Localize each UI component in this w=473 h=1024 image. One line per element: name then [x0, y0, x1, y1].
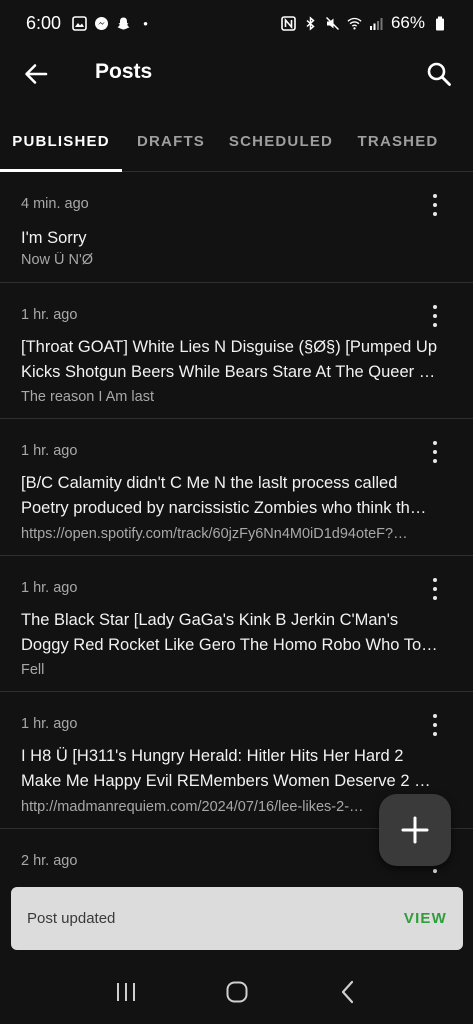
- notification-dot: •: [143, 15, 148, 31]
- gallery-icon: [72, 15, 87, 31]
- battery-icon: [432, 16, 447, 31]
- tab-bar: PUBLISHED DRAFTS SCHEDULED TRASHED: [0, 112, 473, 172]
- home-icon: [226, 981, 247, 1003]
- search-button[interactable]: [423, 58, 455, 90]
- recent-apps-button[interactable]: [106, 972, 146, 1012]
- post-excerpt: Now Ü N'Ø: [21, 252, 94, 268]
- home-button[interactable]: [217, 972, 257, 1012]
- post-excerpt: https://open.spotify.com/track/60jzFy6Nn…: [21, 526, 408, 542]
- post-time: 1 hr. ago: [21, 580, 78, 596]
- tab-scheduled[interactable]: SCHEDULED: [220, 112, 342, 170]
- plus-icon: [401, 816, 429, 844]
- status-left: 6:00 •: [26, 13, 281, 34]
- wifi-icon: [347, 16, 362, 31]
- post-excerpt: http://madmanrequiem.com/2024/07/16/lee-…: [21, 799, 364, 815]
- new-post-button[interactable]: [379, 794, 451, 866]
- back-nav-button[interactable]: [328, 972, 368, 1012]
- arrow-back-icon: [25, 64, 48, 84]
- more-options-button[interactable]: [425, 303, 445, 329]
- status-time: 6:00: [26, 12, 62, 33]
- messenger-icon: [94, 16, 109, 31]
- snackbar: Post updated VIEW: [11, 887, 463, 950]
- post-time: 1 hr. ago: [21, 443, 78, 459]
- status-bar: 6:00 • 66%: [0, 0, 473, 46]
- mute-icon: [325, 16, 340, 31]
- post-list-item[interactable]: 4 min. ago I'm Sorry Now Ü N'Ø: [0, 172, 473, 283]
- signal-icon: [369, 16, 384, 31]
- search-icon: [427, 62, 451, 86]
- system-nav-bar: [0, 960, 473, 1024]
- post-title: [Throat GOAT] White Lies N Disguise (§Ø§…: [21, 338, 438, 381]
- snackbar-message: Post updated: [27, 910, 116, 927]
- snapchat-icon: [116, 16, 131, 31]
- more-options-button[interactable]: [425, 192, 445, 218]
- post-title: The Black Star [Lady GaGa's Kink B Jerki…: [21, 611, 438, 654]
- more-options-button[interactable]: [425, 712, 445, 738]
- nfc-icon: [281, 15, 296, 31]
- battery-percentage: 66%: [390, 13, 425, 32]
- post-title: [B/C Calamity didn't C Me N the laslt pr…: [21, 474, 427, 517]
- back-button[interactable]: [20, 58, 52, 90]
- post-time: 1 hr. ago: [21, 716, 78, 732]
- post-list-item[interactable]: 1 hr. ago The Black Star [Lady GaGa's Ki…: [0, 556, 473, 692]
- page-title: Posts: [95, 60, 153, 83]
- tab-published[interactable]: PUBLISHED: [0, 112, 122, 170]
- recent-apps-icon: [116, 983, 135, 1001]
- post-excerpt: Fell: [21, 662, 45, 678]
- post-title: I H8 Ü [H311's Hungry Herald: Hitler Hit…: [21, 747, 426, 790]
- app-bar: Posts: [0, 46, 473, 100]
- more-options-button[interactable]: [425, 439, 445, 465]
- post-list-item[interactable]: 1 hr. ago [Throat GOAT] White Lies N Dis…: [0, 283, 473, 419]
- status-right: 66%: [281, 13, 447, 33]
- post-time: 1 hr. ago: [21, 307, 78, 323]
- post-title: I'm Sorry: [21, 229, 87, 247]
- post-time: 2 hr. ago: [21, 853, 78, 869]
- post-list-item[interactable]: 1 hr. ago [B/C Calamity didn't C Me N th…: [0, 419, 473, 556]
- tab-trashed[interactable]: TRASHED: [342, 112, 454, 170]
- more-options-button[interactable]: [425, 576, 445, 602]
- bluetooth-icon: [303, 15, 318, 31]
- snackbar-view-button[interactable]: VIEW: [404, 910, 447, 927]
- tab-drafts[interactable]: DRAFTS: [122, 112, 220, 170]
- chevron-left-icon: [341, 980, 353, 1004]
- post-excerpt: The reason I Am last: [21, 389, 154, 405]
- post-time: 4 min. ago: [21, 196, 89, 212]
